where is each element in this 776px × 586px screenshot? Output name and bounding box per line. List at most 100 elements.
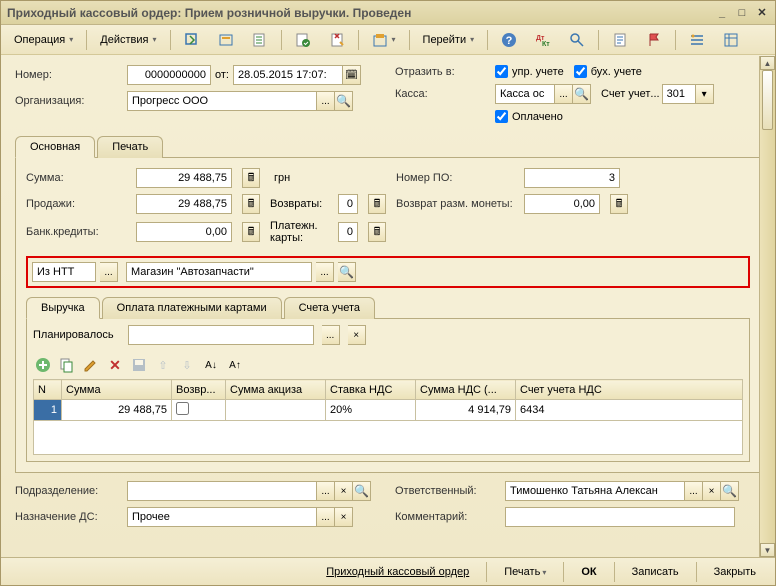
sort-desc-icon[interactable]: A↑ <box>225 355 245 375</box>
toolbar-icon-5[interactable] <box>322 28 352 52</box>
revenue-table[interactable]: N Сумма Возвр... Сумма акциза Ставка НДС… <box>33 379 743 455</box>
tab-main[interactable]: Основная <box>15 136 95 158</box>
scroll-down-button[interactable]: ▼ <box>760 543 775 557</box>
toolbar-icon-2[interactable] <box>211 28 241 52</box>
help-icon[interactable]: ? <box>494 28 524 52</box>
date-picker-button[interactable]: 🗓 <box>343 65 361 85</box>
cards-calc-button[interactable]: 🖩 <box>368 222 386 242</box>
date-field[interactable] <box>233 65 343 85</box>
dtkt-icon[interactable]: ДтКт <box>528 28 558 52</box>
paid-checkbox[interactable] <box>495 110 508 123</box>
sales-field[interactable] <box>136 194 232 214</box>
sort-asc-icon[interactable]: A↓ <box>201 355 221 375</box>
goto-menu[interactable]: Перейти <box>416 30 482 50</box>
org-search-button[interactable]: 🔍 <box>335 91 353 111</box>
footer-print-button[interactable]: Печать <box>495 563 555 581</box>
move-down-icon[interactable]: ⇩ <box>177 355 197 375</box>
subtab-revenue[interactable]: Выручка <box>26 297 100 319</box>
toolbar-icon-3[interactable] <box>245 28 275 52</box>
edit-row-icon[interactable] <box>81 355 101 375</box>
plan-field[interactable] <box>128 325 314 345</box>
col-vat-acc[interactable]: Счет учета НДС <box>516 380 743 400</box>
toolbar-icon-4[interactable] <box>288 28 318 52</box>
delete-row-icon[interactable]: ✕ <box>105 355 125 375</box>
col-ret[interactable]: Возвр... <box>172 380 226 400</box>
col-sum[interactable]: Сумма <box>62 380 172 400</box>
org-select-button[interactable]: ... <box>317 91 335 111</box>
subtab-cards[interactable]: Оплата платежными картами <box>102 297 282 319</box>
toolbar-icon-9[interactable] <box>682 28 712 52</box>
add-row-icon[interactable] <box>33 355 53 375</box>
kassa-field[interactable] <box>495 84 555 104</box>
footer-doc-link[interactable]: Приходный кассовый ордер <box>317 563 478 581</box>
store-search-button[interactable]: 🔍 <box>338 262 356 282</box>
store-field[interactable] <box>126 262 312 282</box>
footer-close-button[interactable]: Закрыть <box>705 563 765 581</box>
coin-calc-button[interactable]: 🖩 <box>610 194 628 214</box>
table-row[interactable]: 1 29 488,75 20% 4 914,79 6434 <box>34 400 743 421</box>
account-field[interactable] <box>662 84 696 104</box>
row-ret-checkbox[interactable] <box>176 402 189 415</box>
col-n[interactable]: N <box>34 380 62 400</box>
bank-calc-button[interactable]: 🖩 <box>242 222 260 242</box>
resp-select-button[interactable]: ... <box>685 481 703 501</box>
plan-select-button[interactable]: ... <box>322 325 340 345</box>
purpose-field[interactable] <box>127 507 317 527</box>
col-vat-sum[interactable]: Сумма НДС (... <box>416 380 516 400</box>
scroll-up-button[interactable]: ▲ <box>760 56 775 70</box>
table-row[interactable] <box>34 421 743 455</box>
dept-search-button[interactable]: 🔍 <box>353 481 371 501</box>
account-dropdown-button[interactable]: ▾ <box>696 84 714 104</box>
copy-row-icon[interactable] <box>57 355 77 375</box>
resp-field[interactable] <box>505 481 685 501</box>
returns-field[interactable] <box>338 194 358 214</box>
vertical-scrollbar[interactable]: ▲ ▼ <box>759 56 775 557</box>
col-vat-rate[interactable]: Ставка НДС <box>326 380 416 400</box>
toolbar-magnify-icon[interactable] <box>562 28 592 52</box>
from-ntt-field[interactable] <box>32 262 96 282</box>
returns-calc-button[interactable]: 🖩 <box>368 194 386 214</box>
toolbar-icon-6[interactable] <box>365 28 403 52</box>
dept-select-button[interactable]: ... <box>317 481 335 501</box>
sum-field[interactable] <box>136 168 232 188</box>
dept-field[interactable] <box>127 481 317 501</box>
save-icon[interactable] <box>129 355 149 375</box>
comment-field[interactable] <box>505 507 735 527</box>
col-excise[interactable]: Сумма акциза <box>226 380 326 400</box>
bank-field[interactable] <box>136 222 232 242</box>
minimize-button[interactable]: _ <box>715 6 729 20</box>
kassa-select-button[interactable]: ... <box>555 84 573 104</box>
plan-clear-button[interactable]: × <box>348 325 366 345</box>
from-ntt-select-button[interactable]: ... <box>100 262 118 282</box>
maximize-button[interactable]: □ <box>735 6 749 20</box>
close-button[interactable]: ✕ <box>755 6 769 20</box>
footer-ok-button[interactable]: ОК <box>572 563 605 581</box>
operation-menu[interactable]: Операция <box>7 30 80 50</box>
org-field[interactable] <box>127 91 317 111</box>
kassa-search-button[interactable]: 🔍 <box>573 84 591 104</box>
number-field[interactable] <box>127 65 211 85</box>
toolbar-icon-8[interactable] <box>639 28 669 52</box>
toolbar-icon-10[interactable] <box>716 28 746 52</box>
sales-calc-button[interactable]: 🖩 <box>242 194 260 214</box>
subtab-accounts[interactable]: Счета учета <box>284 297 375 319</box>
store-select-button[interactable]: ... <box>316 262 334 282</box>
actions-menu[interactable]: Действия <box>93 30 163 50</box>
sum-calc-button[interactable]: 🖩 <box>242 168 260 188</box>
tab-print[interactable]: Печать <box>97 136 163 158</box>
resp-search-button[interactable]: 🔍 <box>721 481 739 501</box>
coin-field[interactable] <box>524 194 600 214</box>
scroll-thumb[interactable] <box>762 70 773 130</box>
upr-checkbox[interactable] <box>495 65 508 78</box>
toolbar-icon-1[interactable] <box>177 28 207 52</box>
po-field[interactable] <box>524 168 620 188</box>
dept-clear-button[interactable]: × <box>335 481 353 501</box>
footer-save-button[interactable]: Записать <box>623 563 688 581</box>
toolbar-icon-7[interactable] <box>605 28 635 52</box>
purpose-select-button[interactable]: ... <box>317 507 335 527</box>
cards-field[interactable] <box>338 222 358 242</box>
move-up-icon[interactable]: ⇧ <box>153 355 173 375</box>
purpose-clear-button[interactable]: × <box>335 507 353 527</box>
resp-clear-button[interactable]: × <box>703 481 721 501</box>
buh-checkbox[interactable] <box>574 65 587 78</box>
